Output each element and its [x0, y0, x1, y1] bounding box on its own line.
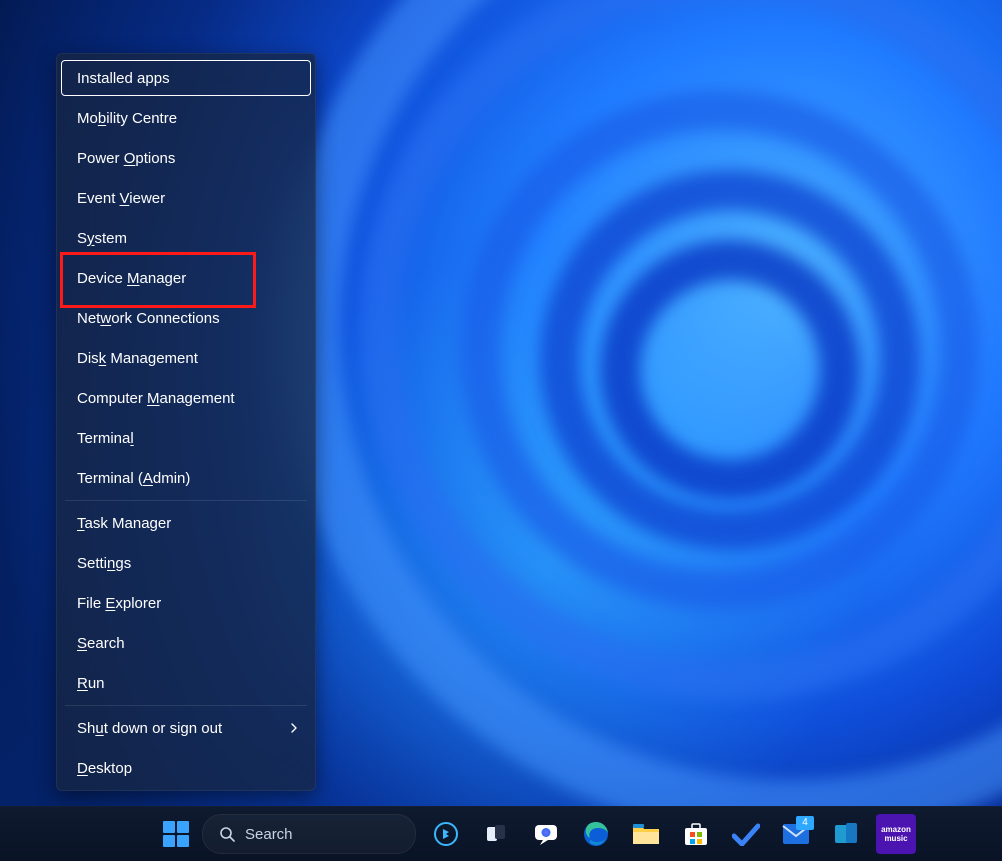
- menu-item-label: Mobility Centre: [77, 110, 177, 127]
- quick-link-menu: Installed apps Mobility Centre Power Optio…: [56, 53, 316, 791]
- menu-item-event-viewer[interactable]: Event Viewer: [57, 178, 315, 218]
- menu-item-label: Terminal: [77, 430, 134, 447]
- phone-link-icon[interactable]: [826, 814, 866, 854]
- start-button[interactable]: [160, 818, 192, 850]
- menu-item-label: Event Viewer: [77, 190, 165, 207]
- menu-item-label: Task Manager: [77, 515, 171, 532]
- menu-item-search[interactable]: Search: [57, 623, 315, 663]
- wallpaper-swirl: [600, 240, 860, 500]
- menu-item-terminal[interactable]: Terminal: [57, 418, 315, 458]
- amazon-music-label-bottom: music: [884, 834, 907, 843]
- menu-item-label: File Explorer: [77, 595, 161, 612]
- menu-item-system[interactable]: System: [57, 218, 315, 258]
- todo-icon[interactable]: [726, 814, 766, 854]
- menu-item-device-manager[interactable]: Device Manager: [57, 258, 315, 298]
- bing-chat-icon[interactable]: [426, 814, 466, 854]
- menu-item-label: Computer Management: [77, 390, 235, 407]
- menu-item-terminal-admin-[interactable]: Terminal (Admin): [57, 458, 315, 498]
- edge-icon[interactable]: [576, 814, 616, 854]
- mail-icon[interactable]: 4: [776, 814, 816, 854]
- menu-item-label: Device Manager: [77, 270, 186, 287]
- menu-item-label: System: [77, 230, 127, 247]
- menu-item-installed-apps[interactable]: Installed apps: [61, 60, 311, 96]
- microsoft-store-icon[interactable]: [676, 814, 716, 854]
- menu-item-desktop[interactable]: Desktop: [57, 748, 315, 788]
- chevron-right-icon: [289, 723, 299, 733]
- menu-item-power-options[interactable]: Power Options: [57, 138, 315, 178]
- menu-item-file-explorer[interactable]: File Explorer: [57, 583, 315, 623]
- menu-item-label: Disk Management: [77, 350, 198, 367]
- menu-item-label: Power Options: [77, 150, 175, 167]
- menu-item-shut-down-or-sign-out[interactable]: Shut down or sign out: [57, 708, 315, 748]
- amazon-music-label-top: amazon: [881, 825, 911, 834]
- menu-item-disk-management[interactable]: Disk Management: [57, 338, 315, 378]
- menu-item-label: Settings: [77, 555, 131, 572]
- menu-item-label: Installed apps: [77, 70, 170, 87]
- menu-item-label: Terminal (Admin): [77, 470, 190, 487]
- file-explorer-icon[interactable]: [626, 814, 666, 854]
- menu-item-network-connections[interactable]: Network Connections: [57, 298, 315, 338]
- taskbar-search[interactable]: Search: [202, 814, 416, 854]
- menu-separator: [65, 705, 307, 706]
- search-placeholder: Search: [245, 826, 293, 843]
- menu-item-label: Desktop: [77, 760, 132, 777]
- chat-icon[interactable]: [526, 814, 566, 854]
- search-icon: [219, 826, 235, 842]
- task-view-icon[interactable]: [476, 814, 516, 854]
- menu-item-mobility-centre[interactable]: Mobility Centre: [57, 98, 315, 138]
- menu-item-task-manager[interactable]: Task Manager: [57, 503, 315, 543]
- menu-item-settings[interactable]: Settings: [57, 543, 315, 583]
- menu-item-run[interactable]: Run: [57, 663, 315, 703]
- taskbar: Search 4 amazon music: [0, 806, 1002, 861]
- menu-item-label: Search: [77, 635, 125, 652]
- amazon-music-icon[interactable]: amazon music: [876, 814, 916, 854]
- menu-separator: [65, 500, 307, 501]
- menu-item-label: Run: [77, 675, 105, 692]
- menu-item-label: Shut down or sign out: [77, 720, 222, 737]
- menu-item-computer-management[interactable]: Computer Management: [57, 378, 315, 418]
- menu-item-label: Network Connections: [77, 310, 220, 327]
- mail-badge: 4: [796, 816, 814, 830]
